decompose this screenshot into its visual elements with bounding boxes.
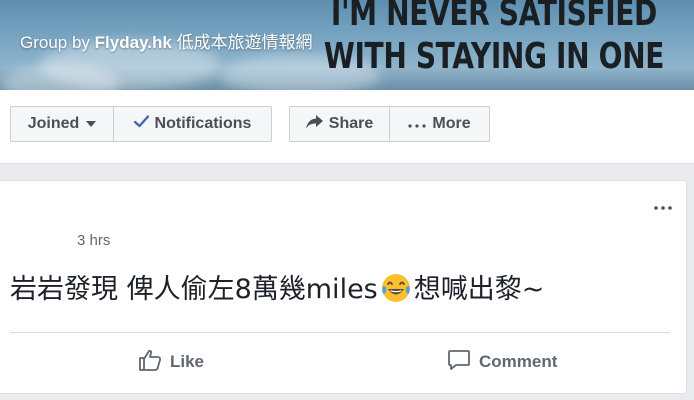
laughing-tears-emoji-icon — [380, 272, 412, 304]
thumbs-up-icon — [138, 348, 162, 377]
notifications-label: Notifications — [154, 115, 252, 132]
post-options-icon[interactable] — [654, 199, 672, 210]
post-body-text: 岩岩發現 俾人偷左8萬幾miles 想喊出黎~ — [10, 267, 544, 306]
post-timestamp[interactable]: 3 hrs — [77, 232, 110, 249]
post-divider — [10, 332, 670, 333]
group-tagline: 低成本旅遊情報網 — [176, 33, 313, 52]
cover-slogan: I'M NEVER SATISFIED WITH STAYING IN ONE — [324, 0, 664, 80]
slogan-line-1: I'M NEVER SATISFIED — [330, 0, 658, 34]
caption-prefix: Group by — [20, 33, 90, 52]
cover-caption: Group by Flyday.hk 低成本旅遊情報網 — [20, 28, 313, 53]
comment-button[interactable]: Comment — [447, 347, 557, 377]
joined-label: Joined — [27, 115, 80, 132]
checkmark-icon — [133, 115, 149, 133]
more-dots-icon — [408, 115, 426, 133]
group-cover-photo[interactable]: Group by Flyday.hk 低成本旅遊情報網 I'M NEVER SA… — [0, 0, 694, 90]
group-post: 3 hrs 岩岩發現 俾人偷左8萬幾miles 想喊出黎~ Like Comme… — [0, 180, 687, 394]
like-button[interactable]: Like — [138, 347, 204, 377]
notifications-button[interactable]: Notifications — [113, 106, 272, 142]
post-text-part-1: 岩岩發現 俾人偷左8萬幾miles — [10, 274, 378, 305]
share-arrow-icon — [305, 114, 323, 134]
post-text-part-2: 想喊出黎~ — [413, 274, 545, 305]
share-button[interactable]: Share — [289, 106, 390, 142]
group-action-bar: Joined Notifications Share More — [0, 90, 694, 164]
more-button[interactable]: More — [389, 106, 490, 142]
joined-button[interactable]: Joined — [10, 106, 114, 142]
comment-bubble-icon — [447, 348, 471, 377]
share-label: Share — [328, 115, 374, 132]
chevron-down-icon — [86, 121, 97, 127]
slogan-line-2: WITH STAYING IN ONE — [323, 36, 664, 77]
comment-label: Comment — [479, 352, 558, 371]
group-name-link[interactable]: Flyday.hk — [95, 33, 172, 52]
like-label: Like — [170, 352, 205, 371]
more-label: More — [432, 115, 471, 132]
